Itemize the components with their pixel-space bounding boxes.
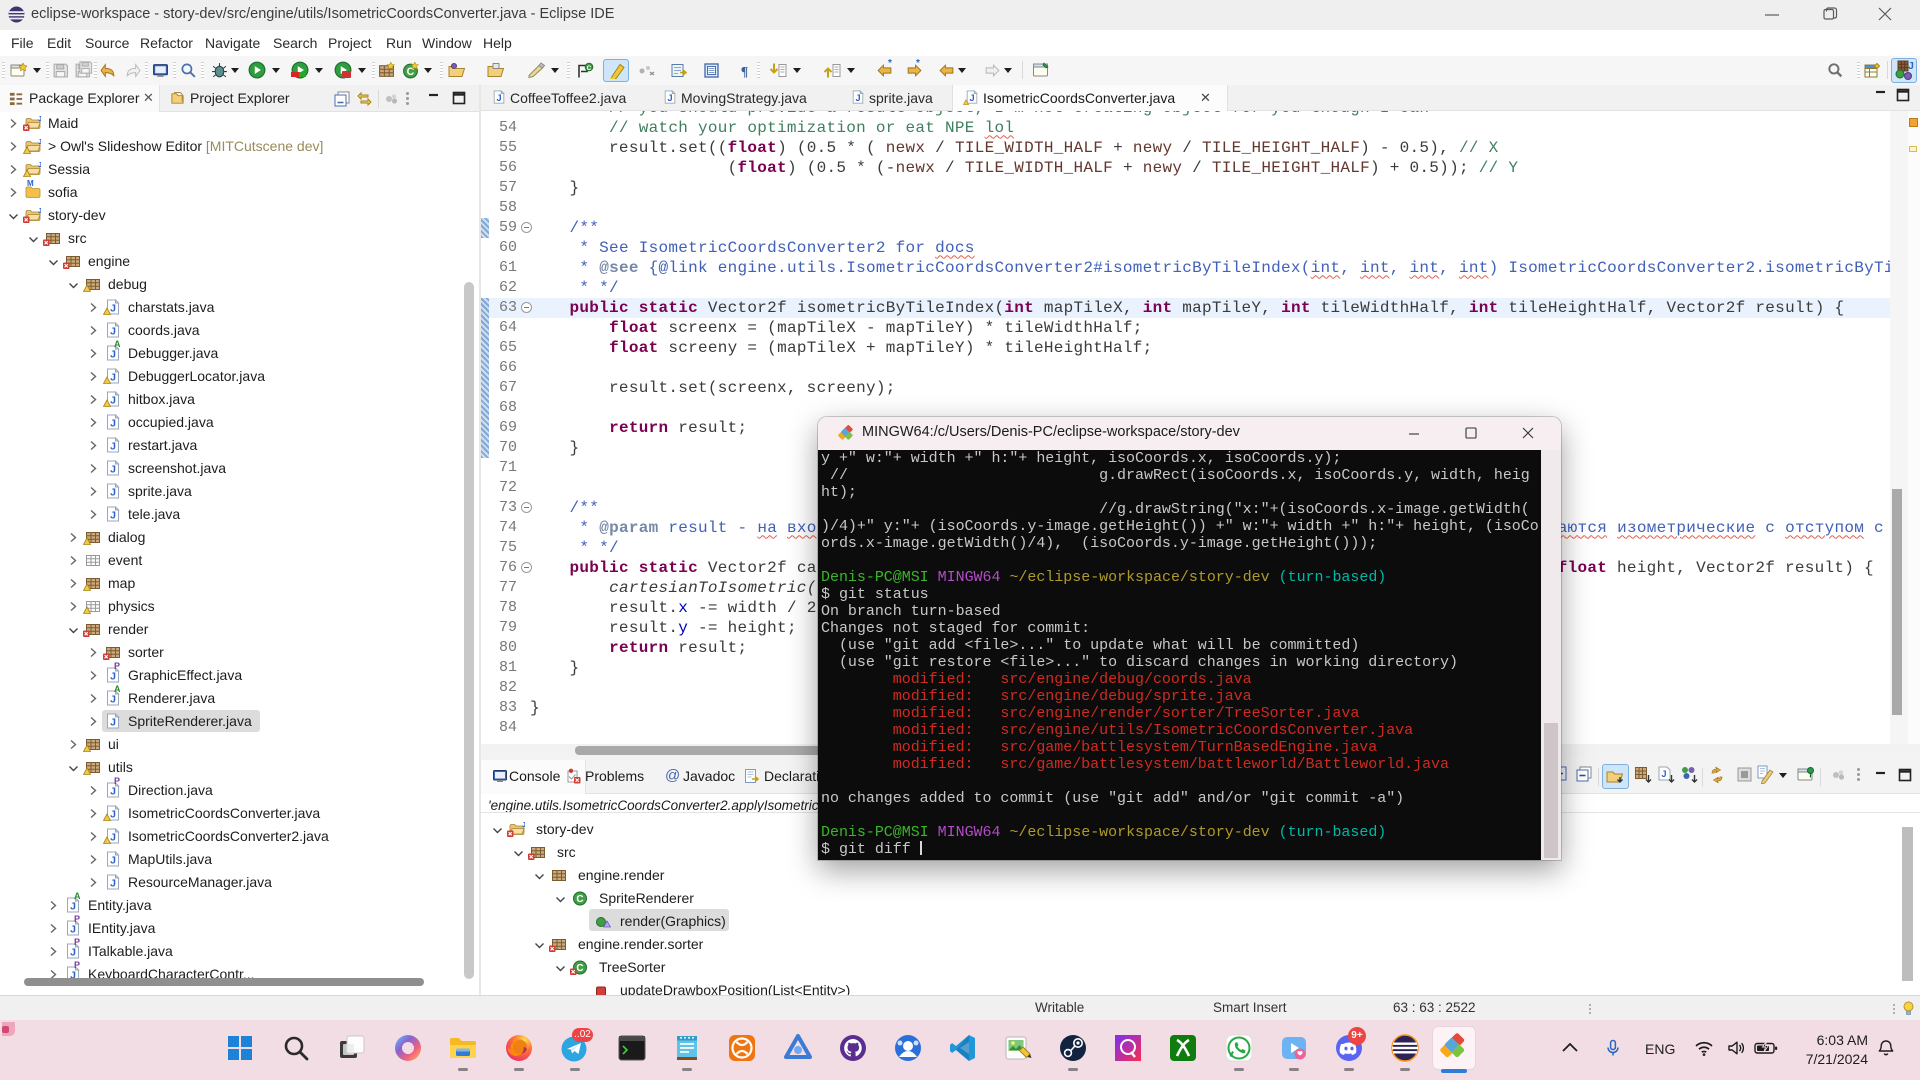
svg-text:J: J xyxy=(1908,61,1914,72)
svg-text:J: J xyxy=(1661,769,1666,779)
svg-text:C: C xyxy=(587,65,592,72)
